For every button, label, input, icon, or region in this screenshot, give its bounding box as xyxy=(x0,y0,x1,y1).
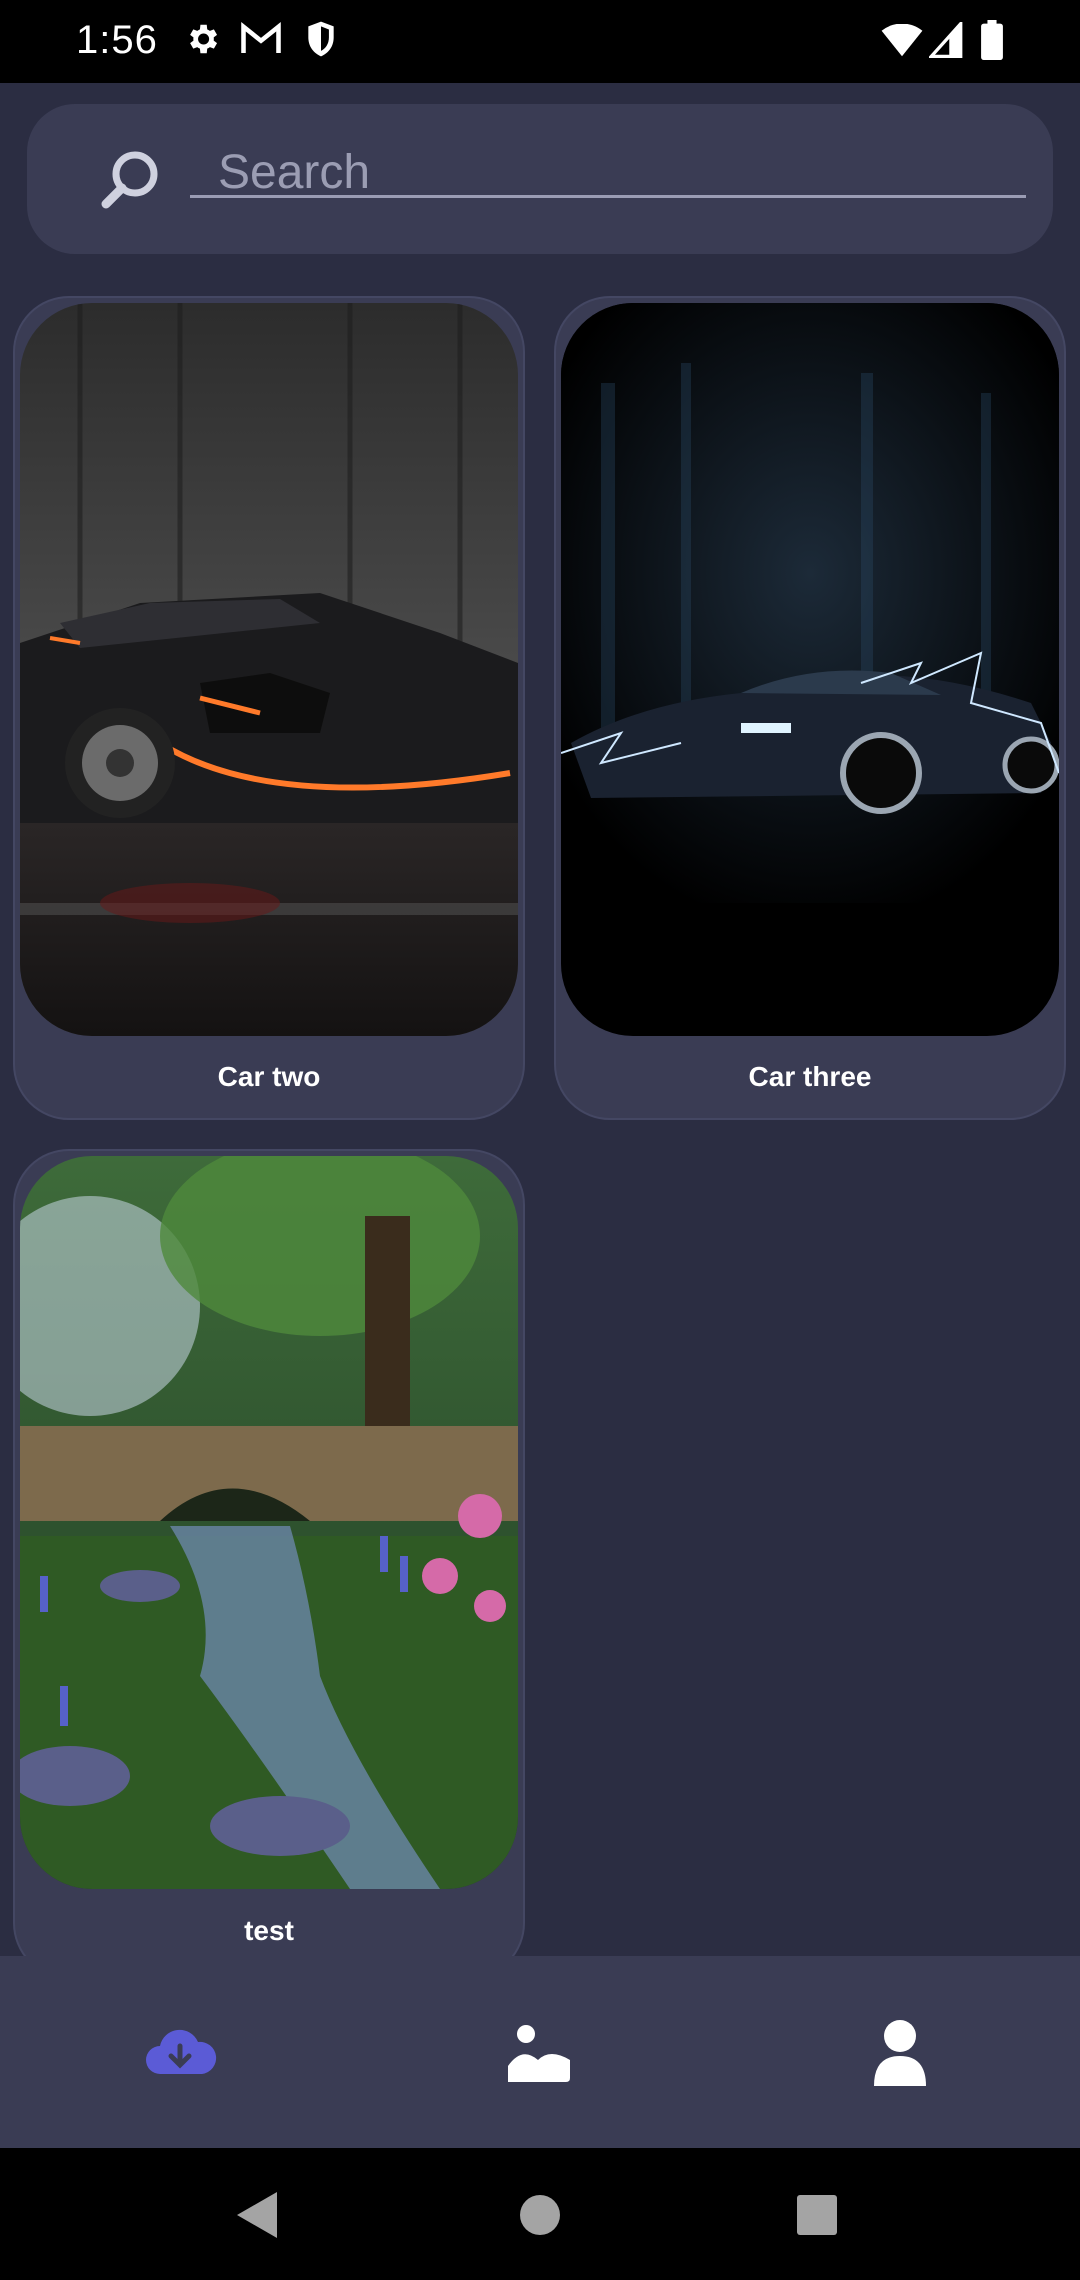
system-navigation-bar xyxy=(0,2148,1080,2280)
back-button[interactable] xyxy=(237,2192,279,2243)
search-input[interactable]: Search xyxy=(190,144,1026,199)
wifi-icon xyxy=(881,23,923,63)
home-button[interactable] xyxy=(519,2192,561,2243)
card-image[interactable] xyxy=(20,1156,518,1889)
signal-icon xyxy=(927,19,963,63)
card-label: Car three xyxy=(748,1061,872,1092)
bottom-navigation xyxy=(0,1956,1080,2148)
gear-icon xyxy=(183,20,221,63)
status-time: 1:56 xyxy=(76,18,158,62)
card-label: Car two xyxy=(217,1061,321,1092)
card-image[interactable] xyxy=(561,303,1059,1036)
gallery-icon[interactable] xyxy=(500,2016,580,2096)
cloud-download-icon[interactable] xyxy=(140,2016,220,2096)
gmail-icon xyxy=(240,20,282,63)
wallpaper-card-car-two[interactable]: Car two xyxy=(13,296,525,1120)
recents-button[interactable] xyxy=(797,2192,839,2243)
card-label: test xyxy=(244,1915,294,1946)
card-image[interactable] xyxy=(20,303,518,1036)
wallpaper-card-car-three[interactable]: Car three xyxy=(554,296,1066,1120)
shield-icon xyxy=(304,20,338,63)
search-placeholder: Search xyxy=(218,146,371,199)
status-bar: 1:56 xyxy=(0,0,1080,83)
battery-icon xyxy=(980,20,1004,65)
search-icon[interactable] xyxy=(99,148,161,215)
search-bar[interactable]: Search xyxy=(27,104,1053,254)
wallpaper-card-test[interactable]: test xyxy=(13,1149,525,1979)
profile-icon[interactable] xyxy=(860,2016,940,2096)
